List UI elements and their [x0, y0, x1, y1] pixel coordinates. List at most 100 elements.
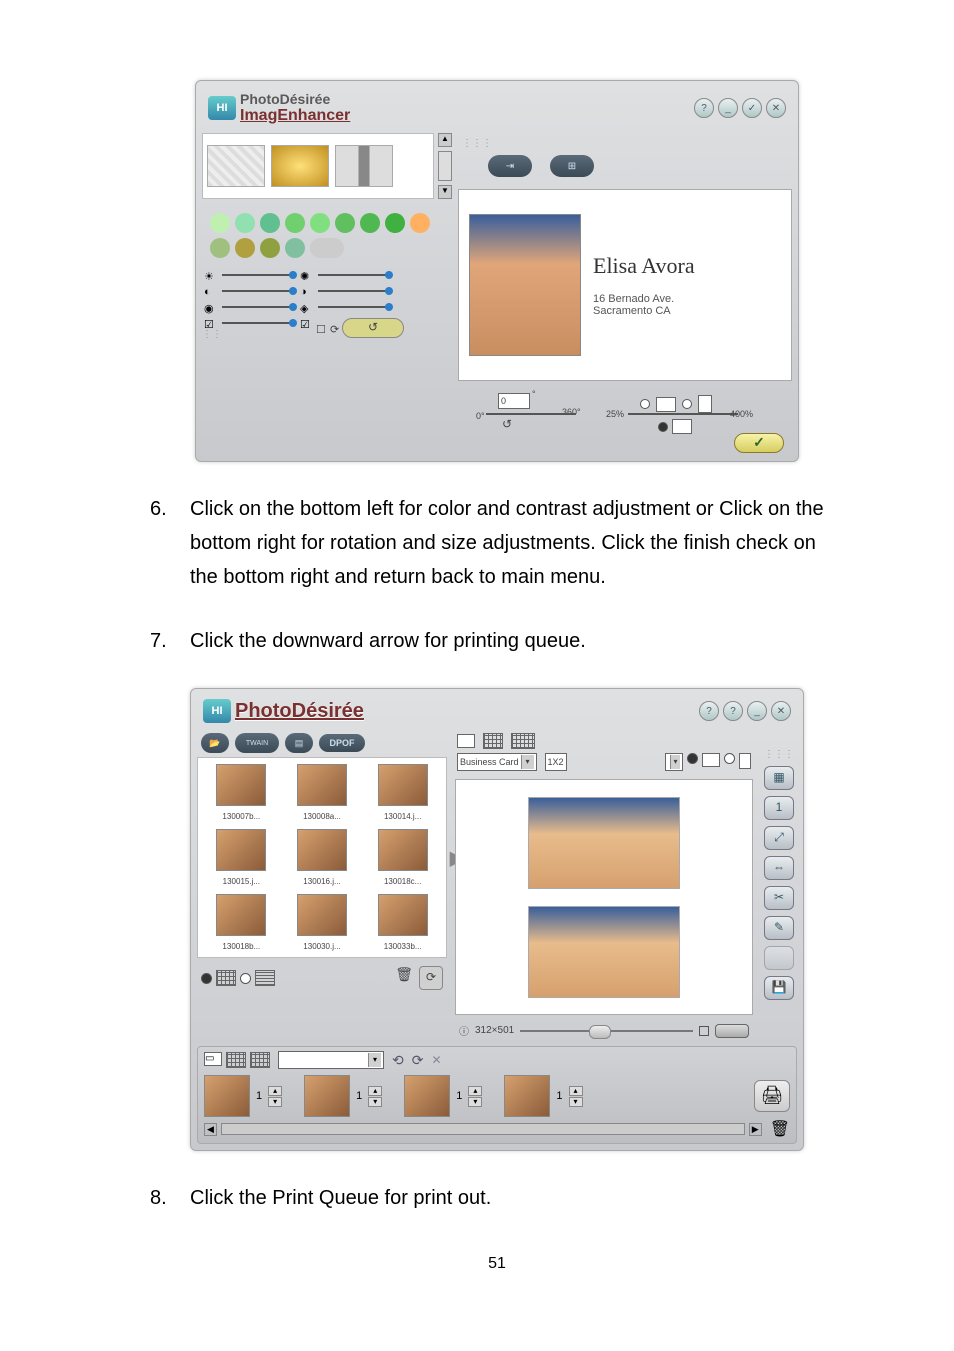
rotate-button[interactable]: ⟳ — [419, 966, 443, 990]
contrast2-slider[interactable] — [318, 290, 388, 292]
finish-button[interactable]: ✓ — [734, 433, 784, 453]
template-combo[interactable]: Business Card ▾ — [457, 753, 537, 771]
queue-rotate-left-icon[interactable]: ⟲ — [392, 1052, 404, 1069]
sharp-slider[interactable] — [222, 306, 292, 308]
combo-arrow-icon[interactable]: ▾ — [368, 1053, 381, 1067]
checkbox[interactable] — [699, 1026, 709, 1036]
effect-dot[interactable] — [360, 213, 380, 233]
queue-item[interactable]: 1▴▾ — [404, 1075, 482, 1117]
zoom-slider[interactable] — [520, 1030, 693, 1032]
thumbnail-item[interactable]: 130015.j... — [204, 829, 279, 886]
thumbnail-item[interactable]: 130008a... — [285, 764, 360, 821]
effect-dot[interactable] — [210, 213, 230, 233]
layout-combo[interactable]: 1X2 — [545, 753, 567, 771]
fit-button[interactable] — [715, 1024, 749, 1038]
rotation-input[interactable]: 0 — [498, 393, 530, 409]
side-palette-button[interactable]: ▦ — [764, 766, 794, 790]
info-icon[interactable]: ⓘ — [459, 1023, 469, 1038]
queue-scroll-right[interactable]: ▶ — [749, 1123, 762, 1136]
size-slider[interactable] — [628, 413, 738, 415]
effect-dot[interactable] — [285, 213, 305, 233]
print-button[interactable]: 🖨 — [754, 1080, 790, 1112]
effect-dot[interactable] — [335, 213, 355, 233]
open-button[interactable]: 📂 — [201, 733, 229, 753]
queue-layout-single-icon[interactable]: ▭ — [204, 1052, 222, 1066]
template-scrollbar[interactable]: ▲ ▼ — [438, 133, 452, 199]
scroll-up-icon[interactable]: ▲ — [438, 133, 452, 147]
brightness-slider[interactable] — [222, 274, 292, 276]
undo-button[interactable]: ↺ — [342, 318, 404, 338]
close-button[interactable]: ✕ — [766, 98, 786, 118]
side-fullscreen-button[interactable]: 1 — [764, 796, 794, 820]
effect-dot[interactable] — [235, 238, 255, 258]
queue-combo[interactable]: ▾ — [278, 1051, 384, 1069]
trash-button[interactable]: 🗑 — [395, 966, 413, 990]
effect-dot[interactable] — [210, 238, 230, 258]
zoom-knob[interactable] — [589, 1025, 611, 1039]
twain-button[interactable]: TWAIN — [235, 733, 279, 753]
queue-item[interactable]: 1▴▾ — [204, 1075, 282, 1117]
side-fitw-button[interactable]: ⇔ — [764, 856, 794, 880]
help-button[interactable]: ? — [694, 98, 714, 118]
thumbnail-item[interactable]: 130033b... — [365, 894, 440, 951]
view-list-radio[interactable] — [240, 973, 251, 984]
minimize-button[interactable]: _ — [718, 98, 738, 118]
orientation-landscape-radio[interactable] — [640, 399, 650, 409]
sharp2-slider[interactable] — [318, 306, 388, 308]
template-thumb[interactable] — [207, 145, 265, 187]
device-button[interactable]: ▤ — [285, 733, 313, 753]
thumbnail-item[interactable]: 130018c... — [365, 829, 440, 886]
scroll-down-icon[interactable]: ▼ — [438, 185, 452, 199]
preview-slot[interactable] — [528, 797, 680, 889]
effect-dot[interactable] — [260, 238, 280, 258]
thumbnail-item[interactable]: 130016.j... — [285, 829, 360, 886]
template-thumb[interactable] — [271, 145, 329, 187]
view-grid-radio[interactable] — [201, 973, 212, 984]
queue-item[interactable]: 1▴▾ — [304, 1075, 382, 1117]
queue-scrollbar[interactable] — [221, 1123, 745, 1135]
copies-stepper[interactable]: ▴▾ — [268, 1086, 282, 1107]
copies-stepper[interactable]: ▴▾ — [368, 1086, 382, 1107]
rotate-dial-icon[interactable]: ↺ — [502, 417, 512, 431]
layout-tab-icon[interactable] — [483, 733, 503, 749]
tab-single-icon[interactable]: ⇥ — [488, 155, 532, 177]
layout-radio[interactable] — [687, 753, 698, 764]
side-save-button[interactable]: 💾 — [764, 976, 794, 1000]
effect-dot[interactable] — [285, 238, 305, 258]
thumbnail-item[interactable]: 130014.j... — [365, 764, 440, 821]
copies-stepper[interactable]: ▴▾ — [569, 1086, 583, 1107]
minimize-button[interactable]: _ — [747, 701, 767, 721]
template-thumb[interactable] — [335, 145, 393, 187]
confirm-button[interactable]: ✓ — [742, 98, 762, 118]
side-crop-button[interactable]: ✂ — [764, 886, 794, 910]
thumbnail-item[interactable]: 130018b... — [204, 894, 279, 951]
layout-tab-icon[interactable] — [511, 733, 535, 749]
combo-arrow-icon[interactable]: ▾ — [521, 755, 534, 769]
help2-button[interactable]: ? — [723, 701, 743, 721]
rotation-slider[interactable] — [486, 413, 576, 415]
effect-dot[interactable] — [410, 213, 430, 233]
preview-slot[interactable] — [528, 906, 680, 998]
thumbnail-item[interactable]: 130030.j... — [285, 894, 360, 951]
layout-radio[interactable] — [724, 753, 735, 764]
orientation-combo[interactable]: ▾ — [665, 753, 683, 771]
side-fit-button[interactable]: ⤢ — [764, 826, 794, 850]
queue-scroll-left[interactable]: ◀ — [204, 1123, 217, 1136]
fit-mode-radio[interactable] — [658, 422, 668, 432]
queue-trash-button[interactable]: 🗑 — [770, 1119, 790, 1139]
contrast-slider[interactable] — [222, 290, 292, 292]
dpof-button[interactable]: DPOF — [319, 734, 365, 752]
sat-slider[interactable] — [222, 322, 292, 324]
copies-stepper[interactable]: ▴▾ — [468, 1086, 482, 1107]
layout-tab-icon[interactable] — [457, 734, 475, 748]
queue-flip-icon[interactable]: ✕ — [431, 1053, 441, 1067]
queue-layout-grid-icon[interactable] — [226, 1052, 246, 1068]
orientation-portrait-radio[interactable] — [682, 399, 692, 409]
tab-contact-icon[interactable]: ⊞ — [550, 155, 594, 177]
thumbnail-item[interactable]: 130007b... — [204, 764, 279, 821]
effect-dot[interactable] — [260, 213, 280, 233]
effect-dot[interactable] — [235, 213, 255, 233]
brightness2-slider[interactable] — [318, 274, 388, 276]
side-edit-button[interactable]: ✎ — [764, 916, 794, 940]
effect-dot[interactable] — [310, 213, 330, 233]
